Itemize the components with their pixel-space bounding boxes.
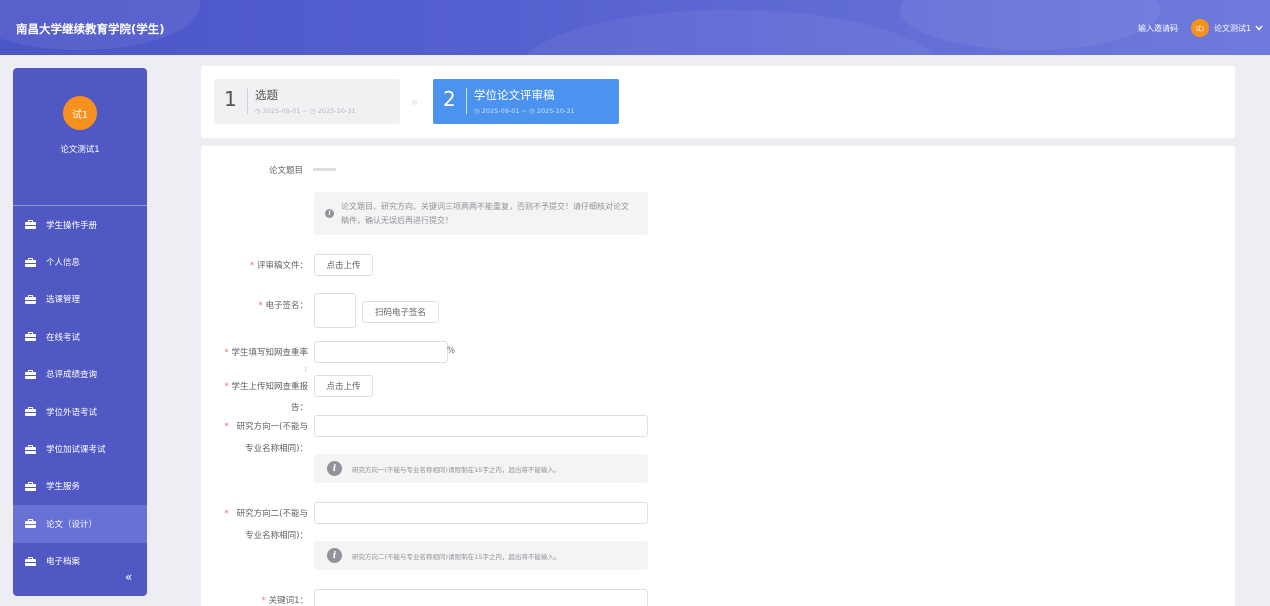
sidebar: 试1 论文测试1 学生操作手册 个人信息 选课管理 在线考试 总评成绩查询 学位…: [13, 68, 147, 596]
sidebar-item-course-selection[interactable]: 选课管理: [13, 281, 147, 318]
research-direction-2-tip-text: 研究方向二(不能与专业名称相同)请限制在15字之内，超出将不能输入。: [352, 553, 561, 561]
research-direction-1-label-cont: 专业名称相同)：: [245, 444, 308, 454]
divider: [466, 88, 467, 114]
step-number: 1: [224, 87, 237, 111]
similarity-rate-input[interactable]: [314, 341, 448, 363]
research-direction-1-label: * 研究方向一(不能与: [224, 422, 308, 432]
similarity-report-label: * 学生上传知网查重报: [224, 382, 308, 392]
divider: [247, 88, 248, 114]
similarity-report-label-cont: 告：: [290, 403, 308, 413]
sidebar-item-label: 电子档案: [46, 557, 81, 568]
info-icon: i: [325, 209, 334, 218]
research-direction-1-tip-text: 研究方向一(不能与专业名称相同)请限制在15字之内，超出将不能输入。: [352, 466, 561, 474]
sidebar-item-label: 学位加试课考试: [46, 445, 106, 456]
chevron-down-icon: [1255, 24, 1263, 33]
briefcase-icon: [25, 519, 36, 529]
briefcase-icon: [25, 369, 36, 379]
sidebar-item-degree-extra-exam[interactable]: 学位加试课考试: [13, 430, 147, 467]
research-direction-2-tip: i 研究方向二(不能与专业名称相同)请限制在15字之内，超出将不能输入。: [314, 541, 648, 570]
invite-code-link[interactable]: 输入邀请码: [1138, 23, 1178, 34]
briefcase-icon: [25, 444, 36, 454]
briefcase-icon: [25, 332, 36, 342]
avatar: 试1: [1191, 19, 1209, 37]
sidebar-item-label: 论文（设计）: [46, 519, 98, 530]
upload-review-file-button[interactable]: 点击上传: [314, 254, 373, 276]
research-direction-1-input[interactable]: [314, 415, 648, 437]
keyword-1-label: * 关键词1：: [261, 596, 308, 606]
steps-panel: 1 选题 ◷ 2025-09-01 ~ ◷ 2025-10-31 » 2 学位论…: [201, 66, 1235, 138]
sidebar-item-degree-language-exam[interactable]: 学位外语考试: [13, 393, 147, 430]
step-thesis-review[interactable]: 2 学位论文评审稿 ◷ 2025-09-01 ~ ◷ 2025-10-31: [433, 79, 619, 124]
keyword-1-input[interactable]: [314, 589, 648, 606]
sidebar-item-online-exam[interactable]: 在线考试: [13, 318, 147, 355]
scan-signature-button[interactable]: 扫码电子签名: [362, 301, 439, 323]
step-number: 2: [443, 87, 456, 111]
sidebar-item-label: 学生服务: [46, 482, 81, 493]
signature-label: * 电子签名：: [258, 301, 308, 311]
review-file-label: * 评审稿文件：: [250, 261, 308, 271]
sidebar-item-manual[interactable]: 学生操作手册: [13, 206, 147, 243]
signature-preview: [314, 293, 356, 328]
step-topic-selection[interactable]: 1 选题 ◷ 2025-09-01 ~ ◷ 2025-10-31: [214, 79, 400, 124]
sidebar-user-name: 论文测试1: [60, 145, 100, 155]
step-title: 选题: [255, 88, 278, 102]
sidebar-item-label: 在线考试: [46, 332, 81, 343]
info-icon: i: [327, 461, 342, 476]
thesis-notice-text: 论文题目、研究方向、关键词三项两两不能重复，否则不予提交！请仔细核对论文稿件，确…: [341, 202, 629, 225]
sidebar-item-label: 总评成绩查询: [46, 370, 98, 381]
thesis-notice: i 论文题目、研究方向、关键词三项两两不能重复，否则不予提交！请仔细核对论文稿件…: [314, 192, 648, 235]
info-icon: i: [327, 548, 342, 563]
sidebar-menu: 学生操作手册 个人信息 选课管理 在线考试 总评成绩查询 学位外语考试 学位加试…: [13, 206, 147, 580]
briefcase-icon: [25, 257, 36, 267]
thesis-title-value: [313, 168, 336, 171]
sidebar-item-label: 学位外语考试: [46, 407, 98, 418]
percent-sign: %: [447, 346, 456, 356]
research-direction-2-input[interactable]: [314, 502, 648, 524]
research-direction-1-tip: i 研究方向一(不能与专业名称相同)请限制在15字之内，超出将不能输入。: [314, 454, 648, 483]
double-chevron-right-icon: »: [411, 95, 419, 109]
header-decoration: [520, 10, 940, 55]
briefcase-icon: [25, 220, 36, 230]
header-decoration: [900, 0, 1160, 50]
avatar: 试1: [63, 96, 97, 130]
top-bar: 南昌大学继续教育学院(学生) 输入邀请码 试1 论文测试1: [0, 0, 1270, 55]
user-name: 论文测试1: [1214, 23, 1252, 33]
briefcase-icon: [25, 481, 36, 491]
briefcase-icon: [25, 294, 36, 304]
sidebar-item-student-services[interactable]: 学生服务: [13, 468, 147, 505]
user-menu[interactable]: 试1 论文测试1: [1191, 19, 1263, 37]
sidebar-item-label: 选课管理: [46, 295, 81, 306]
step-date-range: ◷ 2025-09-01 ~ ◷ 2025-10-31: [255, 107, 356, 115]
briefcase-icon: [25, 407, 36, 417]
thesis-title-label: 论文题目: [268, 166, 303, 176]
step-title: 学位论文评审稿: [474, 88, 555, 102]
research-direction-2-label-cont: 专业名称相同)：: [245, 531, 308, 541]
sidebar-item-personal-info[interactable]: 个人信息: [13, 243, 147, 280]
upload-report-button[interactable]: 点击上传: [314, 375, 373, 397]
briefcase-icon: [25, 556, 36, 566]
sidebar-item-thesis[interactable]: 论文（设计）: [13, 505, 147, 543]
similarity-rate-label-colon: :: [304, 365, 307, 373]
research-direction-2-label: * 研究方向二(不能与: [224, 509, 308, 519]
site-title: 南昌大学继续教育学院(学生): [16, 22, 165, 36]
sidebar-item-label: 个人信息: [46, 258, 81, 269]
sidebar-item-grades[interactable]: 总评成绩查询: [13, 356, 147, 393]
collapse-sidebar-icon[interactable]: «: [125, 570, 132, 584]
sidebar-item-label: 学生操作手册: [46, 220, 98, 231]
thesis-form: 论文题目 i 论文题目、研究方向、关键词三项两两不能重复，否则不予提交！请仔细核…: [201, 146, 1235, 606]
step-date-range: ◷ 2025-09-01 ~ ◷ 2025-10-31: [474, 107, 575, 115]
similarity-rate-label: * 学生填写知网查重率: [224, 348, 308, 358]
